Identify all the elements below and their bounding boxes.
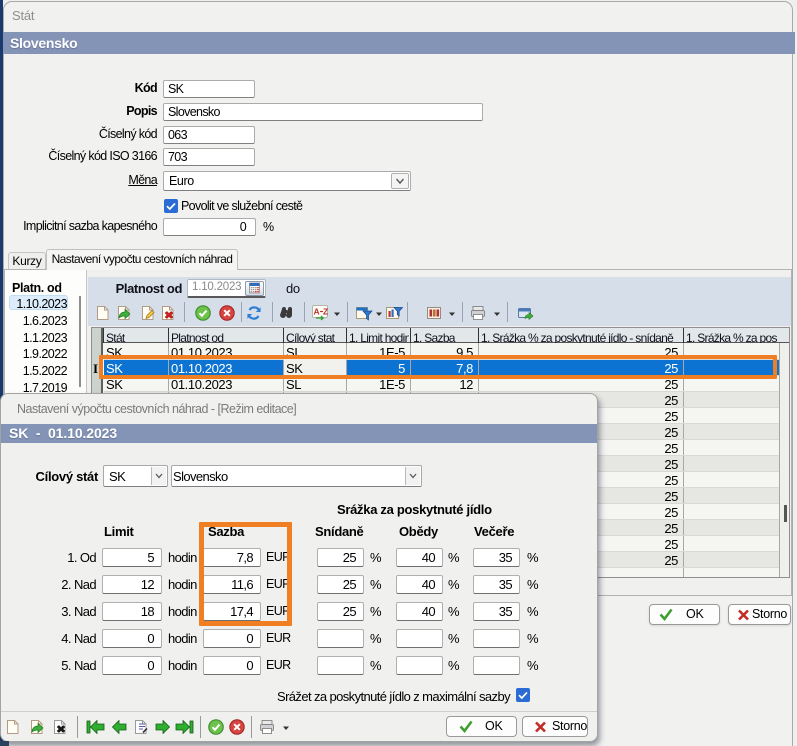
svg-text:A: A [314,307,320,317]
svg-text:Z: Z [323,307,328,317]
